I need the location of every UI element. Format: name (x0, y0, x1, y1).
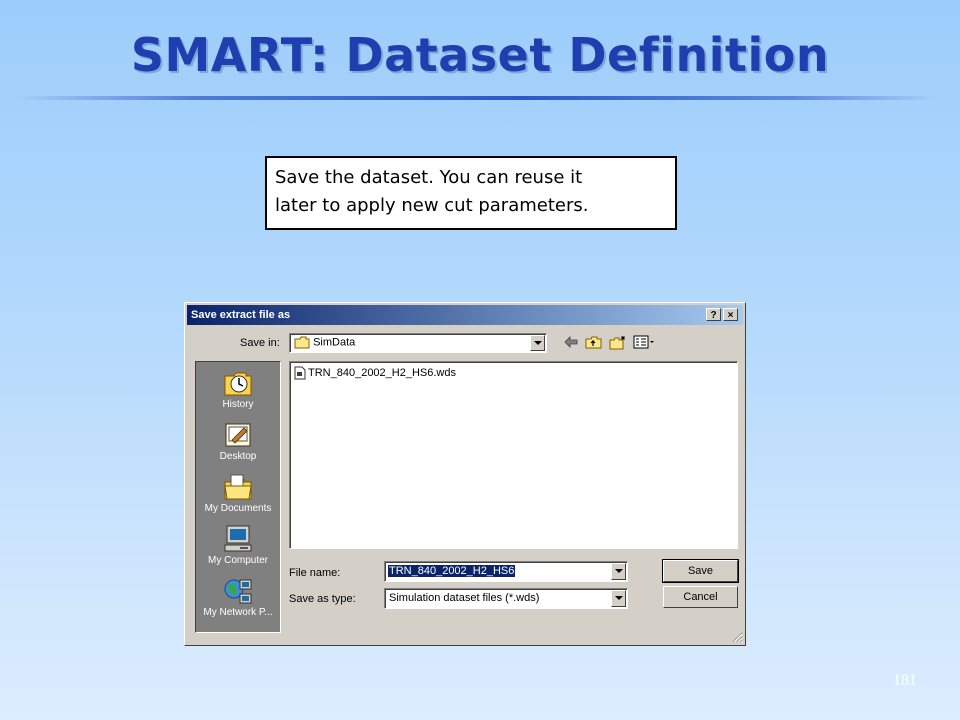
file-name-value: TRN_840_2002_H2_HS6 (386, 564, 517, 578)
places-label-my-computer: My Computer (207, 555, 268, 566)
close-button[interactable]: × (723, 308, 738, 321)
save-in-label: Save in: (240, 337, 280, 349)
file-icon (294, 366, 306, 380)
places-item-my-documents[interactable]: My Documents (196, 466, 280, 518)
folder-icon (294, 336, 310, 349)
chevron-down-icon[interactable] (611, 590, 626, 607)
places-label-my-documents: My Documents (204, 503, 272, 514)
instruction-callout: Save the dataset. You can reuse it later… (265, 156, 677, 230)
list-item[interactable]: TRN_840_2002_H2_HS6.wds (294, 366, 456, 380)
dialog-titlebar[interactable]: Save extract file as ? × (187, 305, 743, 325)
save-type-dropdown[interactable]: Simulation dataset files (*.wds) (384, 588, 628, 609)
up-folder-icon[interactable] (585, 335, 603, 350)
file-name-field[interactable]: TRN_840_2002_H2_HS6 (384, 561, 628, 582)
back-arrow-icon[interactable] (563, 335, 579, 349)
my-computer-icon (224, 525, 252, 552)
chevron-down-icon[interactable] (611, 563, 626, 580)
places-item-my-computer[interactable]: My Computer (196, 518, 280, 570)
history-icon (224, 372, 252, 396)
save-button[interactable]: Save (662, 559, 739, 583)
file-name-label: File name: (289, 567, 341, 579)
view-menu-icon[interactable] (633, 335, 655, 349)
title-divider (22, 96, 930, 100)
dialog-title: Save extract file as (191, 309, 291, 321)
page-number: 181 (893, 672, 917, 689)
save-in-value: SimData (313, 336, 356, 349)
save-type-value: Simulation dataset files (*.wds) (389, 592, 540, 604)
save-dialog: Save extract file as ? × Save in: SimDat… (184, 302, 746, 646)
file-list[interactable]: TRN_840_2002_H2_HS6.wds (289, 361, 738, 549)
save-type-label: Save as type: (289, 593, 356, 605)
cancel-button[interactable]: Cancel (663, 586, 738, 608)
slide-title: SMART: Dataset Definition (130, 28, 830, 82)
places-item-history[interactable]: History (196, 362, 280, 414)
places-item-my-network[interactable]: My Network P... (196, 570, 280, 622)
places-bar: History Desktop My Documents My Computer… (195, 361, 281, 633)
callout-line-1: Save the dataset. You can reuse it (275, 167, 583, 188)
new-folder-icon[interactable] (609, 335, 627, 350)
file-name: TRN_840_2002_H2_HS6.wds (308, 366, 456, 379)
places-label-history: History (222, 399, 254, 410)
my-network-icon (224, 579, 252, 604)
places-label-desktop: Desktop (219, 451, 257, 462)
places-label-my-network: My Network P... (203, 607, 273, 618)
chevron-down-icon[interactable] (530, 335, 545, 351)
help-button[interactable]: ? (706, 308, 721, 321)
my-documents-icon (224, 474, 252, 500)
places-item-desktop[interactable]: Desktop (196, 414, 280, 466)
callout-line-2: later to apply new cut parameters. (275, 195, 589, 216)
save-in-dropdown[interactable]: SimData (289, 333, 547, 353)
desktop-icon (225, 423, 251, 447)
resize-grip-icon[interactable] (731, 631, 743, 643)
